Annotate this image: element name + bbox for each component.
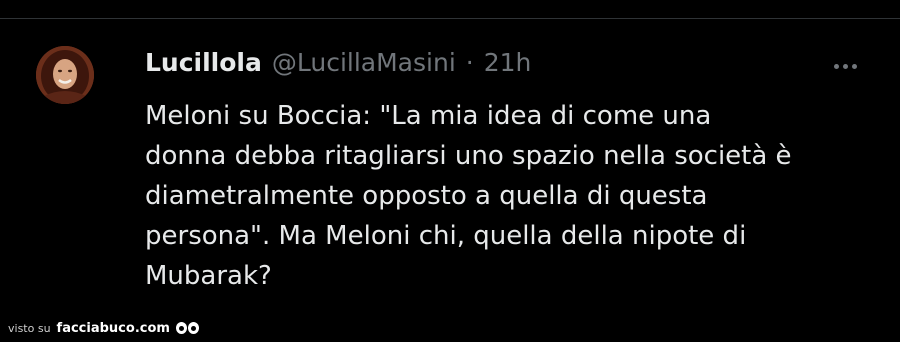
tweet-text-line: Mubarak? — [145, 261, 272, 291]
tweet-header: Lucillola @LucillaMasini · 21h — [145, 48, 531, 86]
watermark-site: facciabuco.com — [56, 320, 170, 336]
user-handle[interactable]: @LucillaMasini — [272, 48, 456, 77]
tweet-text-line: donna debba ritagliarsi uno spazio nella… — [145, 141, 792, 171]
tweet-text-line: Meloni su Boccia: "La mia idea di come u… — [145, 101, 712, 131]
more-horizontal-icon-dot — [851, 63, 857, 69]
tweet-text-line: diametralmente opposto a quella di quest… — [145, 181, 708, 211]
tweet-text-line: persona". Ma Meloni chi, quella della ni… — [145, 221, 747, 251]
more-options-button[interactable] — [828, 56, 862, 76]
eye-right-icon — [187, 322, 199, 334]
more-horizontal-icon-dot — [842, 63, 848, 69]
avatar[interactable] — [36, 46, 94, 104]
avatar-photo-icon — [36, 46, 94, 104]
watermark: visto su facciabuco.com — [8, 318, 199, 338]
eye-left-icon — [175, 322, 187, 334]
tweet-timestamp[interactable]: 21h — [484, 48, 532, 77]
top-divider — [0, 18, 900, 19]
tweet-text: Meloni su Boccia: "La mia idea di come u… — [145, 96, 885, 296]
display-name[interactable]: Lucillola — [145, 48, 262, 77]
more-horizontal-icon — [833, 63, 839, 69]
watermark-prefix: visto su — [8, 321, 51, 335]
header-separator: · — [465, 48, 474, 77]
eyes-icon — [175, 322, 199, 334]
